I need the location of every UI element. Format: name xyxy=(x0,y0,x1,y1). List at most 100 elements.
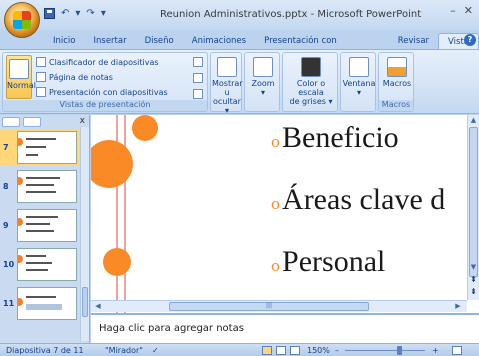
outline-tab[interactable] xyxy=(23,117,41,127)
window-title: Reunion Administrativos.pptx - Microsoft… xyxy=(160,9,422,20)
close-button[interactable]: ✕ xyxy=(464,4,473,17)
minimize-button[interactable]: – xyxy=(450,4,456,17)
slide-show-icon xyxy=(36,87,46,97)
slides-pane-scrollbar[interactable] xyxy=(80,127,89,341)
window-arrow: ▾ xyxy=(356,88,361,97)
notes-pane[interactable]: Haga clic para agregar notas xyxy=(91,313,479,343)
tab-revisar[interactable]: Revisar xyxy=(389,33,438,49)
customize-qat-icon[interactable]: ▾ xyxy=(101,8,106,19)
show-hide-label-1: Mostrar u xyxy=(212,79,243,97)
window-label: Ventana xyxy=(342,79,376,88)
slide-thumbnail-row[interactable]: 10 xyxy=(0,246,82,283)
ribbon: Normal Clasificador de diapositivas Pági… xyxy=(0,49,479,115)
bullet-item[interactable]: o Beneficio xyxy=(271,121,399,155)
zoom-button[interactable]: Zoom ▾ xyxy=(247,57,279,97)
zoom-level[interactable]: 150% xyxy=(307,346,330,355)
notes-master-icon[interactable] xyxy=(193,89,203,99)
bullet-text[interactable]: Beneficio xyxy=(282,121,399,155)
normal-view-button[interactable]: Normal xyxy=(6,55,36,99)
slide-sorter-label: Clasificador de diapositivas xyxy=(49,57,159,67)
bullet-text[interactable]: Personal xyxy=(282,245,385,279)
thumb-accent xyxy=(18,218,23,226)
slide-thumbnail[interactable] xyxy=(17,287,77,320)
spell-check-icon[interactable]: ✓ xyxy=(152,346,159,355)
tab-presentacion[interactable]: Presentación con diapositivas xyxy=(255,33,389,60)
normal-view-label: Normal xyxy=(7,81,36,90)
thumb-line xyxy=(26,154,38,156)
color-icon xyxy=(301,57,321,77)
status-bar: Diapositiva 7 de 11 "Mirador" ✓ 150% – + xyxy=(0,343,479,356)
horizontal-scrollbar[interactable]: ◀ ||| ▶ xyxy=(91,300,467,312)
slide-thumbnail-row[interactable]: 11 xyxy=(0,285,82,322)
slides-tab[interactable] xyxy=(2,117,20,127)
tab-animaciones[interactable]: Animaciones xyxy=(183,33,255,49)
slide-sorter-view-icon[interactable] xyxy=(276,346,286,355)
redo-icon[interactable]: ↷ xyxy=(86,8,94,19)
zoom-arrow: ▾ xyxy=(260,88,265,97)
slide-show-view-icon[interactable] xyxy=(290,346,300,355)
slide-canvas[interactable]: o Beneficio o Áreas clave d o Personal xyxy=(91,115,479,315)
office-button[interactable] xyxy=(4,2,40,38)
save-icon[interactable] xyxy=(44,8,55,19)
slide-thumbnail[interactable] xyxy=(17,248,77,281)
scroll-down-arrow-icon[interactable]: ▼ xyxy=(468,263,479,273)
window-button[interactable]: Ventana ▾ xyxy=(342,57,376,97)
undo-icon[interactable]: ↶ xyxy=(61,8,69,19)
show-hide-button[interactable]: Mostrar u ocultar ▾ xyxy=(212,57,243,115)
slide-sorter-button[interactable]: Clasificador de diapositivas xyxy=(36,57,159,67)
bullet-item[interactable]: o Áreas clave d xyxy=(271,183,445,217)
normal-view-icon[interactable] xyxy=(262,346,272,355)
tab-inicio[interactable]: Inicio xyxy=(44,33,85,49)
slide-thumbnail-row[interactable]: 7 xyxy=(0,129,82,166)
thumb-line xyxy=(26,262,52,264)
next-slide-icon[interactable]: ⇟ xyxy=(468,287,479,296)
thumb-line xyxy=(26,296,56,298)
vertical-scrollbar[interactable]: ▲ ▼ ⇞ ⇟ xyxy=(467,115,479,300)
slide-thumbnail[interactable] xyxy=(17,170,77,203)
slide-show-button[interactable]: Presentación con diapositivas xyxy=(36,87,168,97)
zoom-slider[interactable] xyxy=(345,350,425,351)
tab-insertar[interactable]: Insertar xyxy=(85,33,136,49)
close-pane-icon[interactable]: x xyxy=(80,116,85,126)
zoom-group: Zoom ▾ xyxy=(244,52,280,112)
slide-master-icon[interactable] xyxy=(193,57,203,67)
slide-thumbnail-row[interactable]: 8 xyxy=(0,168,82,205)
thumb-image xyxy=(26,304,62,310)
zoom-in-button[interactable]: + xyxy=(432,346,439,355)
title-bar: ↶ ▾ ↷ ▾ Reunion Administrativos.pptx - M… xyxy=(0,0,479,30)
notes-page-label: Página de notas xyxy=(49,72,113,82)
notes-page-icon xyxy=(36,72,46,82)
macros-button[interactable]: Macros xyxy=(380,57,414,88)
scroll-left-arrow-icon[interactable]: ◀ xyxy=(93,302,103,312)
fit-to-window-icon[interactable] xyxy=(452,346,462,355)
magnifier-icon xyxy=(253,57,273,77)
decorative-circle xyxy=(103,248,131,276)
thumb-line xyxy=(26,255,46,257)
slides-pane: x 7 8 9 10 11 xyxy=(0,115,90,343)
thumb-line xyxy=(26,191,56,193)
notes-page-button[interactable]: Página de notas xyxy=(36,72,113,82)
bullet-item[interactable]: o Personal xyxy=(271,245,385,279)
customize-qat-icon[interactable]: ▾ xyxy=(75,8,80,19)
slides-pane-scroll-thumb[interactable] xyxy=(82,287,88,317)
previous-slide-icon[interactable]: ⇞ xyxy=(468,275,479,284)
notes-placeholder[interactable]: Haga clic para agregar notas xyxy=(99,323,244,334)
slide-number: 10 xyxy=(3,260,15,269)
help-icon[interactable]: ? xyxy=(464,34,476,46)
slide-thumbnail-row[interactable]: 9 xyxy=(0,207,82,244)
scroll-right-arrow-icon[interactable]: ▶ xyxy=(453,302,463,312)
thumb-accent xyxy=(18,177,23,185)
horizontal-scroll-thumb[interactable]: ||| xyxy=(169,302,369,311)
handout-master-icon[interactable] xyxy=(193,73,203,83)
vertical-scroll-thumb[interactable] xyxy=(469,127,478,277)
scroll-up-arrow-icon[interactable]: ▲ xyxy=(468,116,479,126)
thumb-line xyxy=(26,184,54,186)
zoom-out-button[interactable]: – xyxy=(335,346,339,355)
color-grayscale-button[interactable]: Color o escala de grises ▾ xyxy=(284,57,338,106)
slide-thumbnail[interactable] xyxy=(17,209,77,242)
zoom-slider-thumb[interactable] xyxy=(397,346,402,355)
tab-diseno[interactable]: Diseño xyxy=(136,33,183,49)
slide-thumbnail[interactable] xyxy=(17,131,77,164)
bullet-text[interactable]: Áreas clave d xyxy=(282,183,445,217)
thumb-accent xyxy=(18,255,23,263)
